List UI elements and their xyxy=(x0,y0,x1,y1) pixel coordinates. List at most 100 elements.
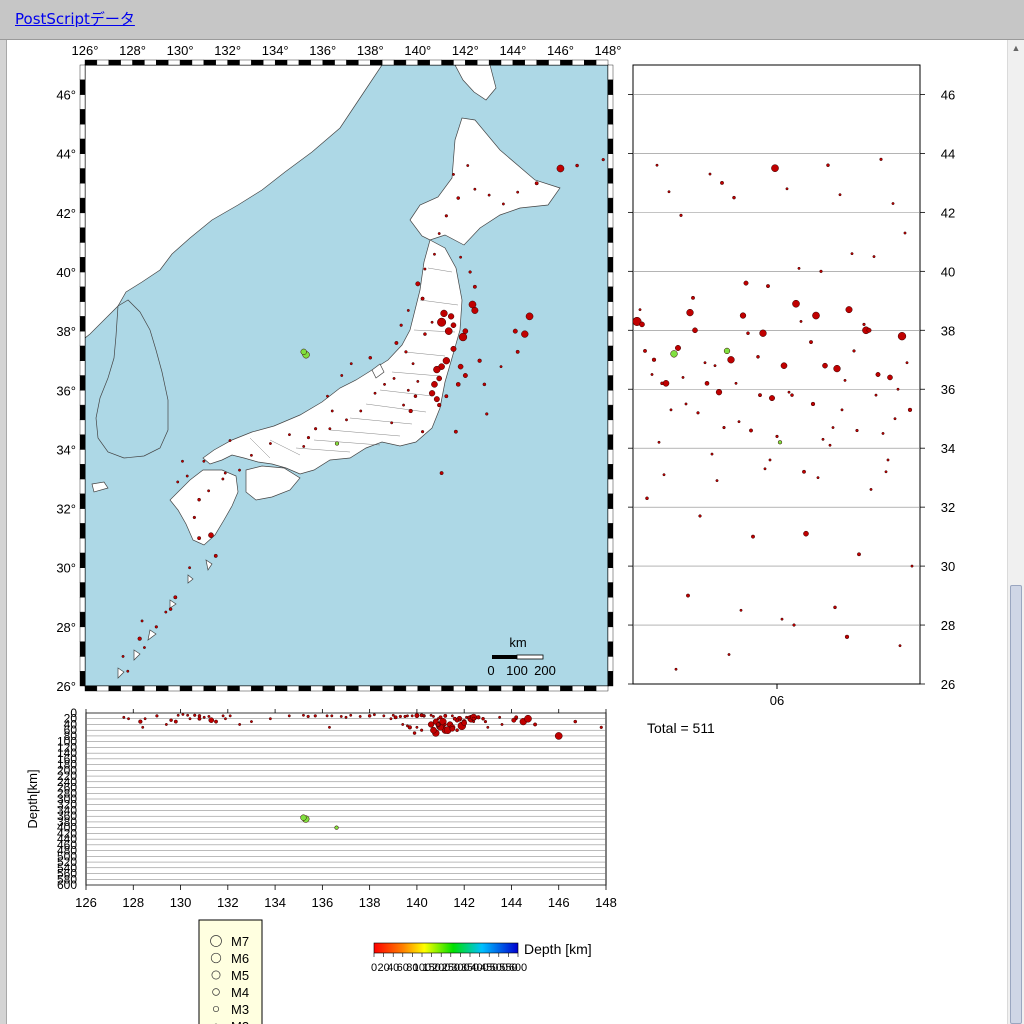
depth-lon-label: 138 xyxy=(359,895,381,910)
depth-event xyxy=(554,732,563,740)
time-event xyxy=(802,469,806,474)
map-epicenter xyxy=(168,607,173,611)
map-epicenter xyxy=(462,328,469,334)
time-event xyxy=(751,534,755,539)
time-event xyxy=(792,623,796,627)
depth-scale-title: Depth [km] xyxy=(524,941,592,957)
postscript-data-link[interactable]: PostScriptデータ xyxy=(15,8,135,29)
map-left-tick xyxy=(79,390,86,406)
map-epicenter xyxy=(228,439,232,443)
map-bottom-tick xyxy=(191,685,205,692)
map-top-tick xyxy=(120,59,133,66)
time-event xyxy=(869,488,873,491)
map-top-tick xyxy=(405,59,419,66)
map-right-tick xyxy=(607,375,614,391)
time-event xyxy=(710,452,714,456)
map-bottom-tick xyxy=(453,685,466,692)
depth-event xyxy=(334,825,339,830)
time-event xyxy=(845,306,853,314)
map-bottom-tick xyxy=(251,685,264,692)
map-epicenter xyxy=(176,480,180,484)
map-epicenter xyxy=(487,193,491,197)
map-epicenter xyxy=(197,497,201,502)
depth-lon-label: 146 xyxy=(548,895,570,910)
map-epicenter xyxy=(442,357,450,365)
map-top-tick xyxy=(560,59,573,66)
depth-event xyxy=(438,715,443,720)
time-event xyxy=(893,417,897,421)
map-top-tick xyxy=(286,59,300,66)
depth-event xyxy=(422,714,426,718)
depth-lon-label: 148 xyxy=(595,895,617,910)
map-epicenter xyxy=(359,409,363,413)
map-left-tick xyxy=(79,537,86,554)
depth-event xyxy=(599,725,603,729)
map-left-tick xyxy=(79,271,86,287)
map-epicenter xyxy=(334,441,340,446)
depth-scale-label: 600 xyxy=(509,962,527,974)
depth-event xyxy=(533,722,538,727)
map-bottom-tick xyxy=(536,685,549,692)
time-lat-label: 38 xyxy=(941,323,955,338)
map-lat-label: 26° xyxy=(56,679,76,694)
map-top-tick xyxy=(500,59,514,66)
depth-event xyxy=(208,717,215,723)
depth-event xyxy=(306,714,310,719)
map-epicenter xyxy=(482,382,487,387)
time-event xyxy=(833,364,841,373)
map-lat-label: 46° xyxy=(56,88,76,103)
depth-event xyxy=(467,715,471,719)
depth-event xyxy=(461,720,467,726)
time-event xyxy=(852,349,856,353)
scroll-up-arrow-icon[interactable]: ▲ xyxy=(1008,40,1024,56)
map-epicenter xyxy=(534,181,539,186)
time-event xyxy=(787,390,791,394)
map-epicenter xyxy=(459,255,463,259)
time-event xyxy=(785,187,789,191)
map-epicenter xyxy=(437,317,447,327)
map-lon-label: 140° xyxy=(404,43,431,58)
map-epicenter xyxy=(404,350,408,354)
map-right-tick xyxy=(607,508,614,524)
map-top-tick xyxy=(572,59,585,66)
map-bottom-tick xyxy=(215,685,228,692)
time-event xyxy=(872,255,876,259)
map-left-tick xyxy=(79,301,86,317)
time-event xyxy=(886,458,890,462)
scrollbar-thumb[interactable] xyxy=(1010,585,1022,1024)
map-top-tick xyxy=(524,59,537,66)
map-top-tick xyxy=(263,59,276,66)
map-epicenter xyxy=(601,158,605,162)
map-right-tick xyxy=(607,168,614,184)
depth-event xyxy=(143,717,147,721)
time-event xyxy=(727,356,735,364)
map-left-tick xyxy=(79,138,86,154)
map-top-tick xyxy=(477,59,490,66)
map-longitude-labels: 126° 128° 130° 132° 134° 136° 138° 140° 142° 144°… xyxy=(72,43,622,58)
depth-event xyxy=(164,723,168,726)
map-epicenter xyxy=(415,281,421,287)
map-epicenter xyxy=(444,394,449,399)
map-bottom-tick xyxy=(274,685,288,692)
map-top-tick xyxy=(203,59,216,66)
depth-event xyxy=(181,713,185,716)
map-top-tick xyxy=(168,59,181,66)
map-epicenter xyxy=(330,409,334,413)
depth-event xyxy=(443,713,448,718)
vertical-scrollbar[interactable]: ▲ xyxy=(1007,40,1024,1024)
map-lon-label: 148° xyxy=(595,43,622,58)
time-event xyxy=(898,644,902,648)
map-top-tick xyxy=(346,59,359,66)
map-bottom-tick xyxy=(560,685,573,692)
time-event xyxy=(638,308,642,312)
map-top-tick xyxy=(156,59,169,66)
time-event xyxy=(698,514,702,518)
magnitude-label: M4 xyxy=(231,985,249,1000)
map-right-tick xyxy=(607,212,614,228)
map-epicenter xyxy=(462,373,468,378)
map-left-tick xyxy=(79,404,86,421)
map-epicenter xyxy=(188,566,192,570)
map-lon-label: 134° xyxy=(262,43,289,58)
map-epicenter xyxy=(137,636,142,641)
map-epicenter xyxy=(450,345,457,352)
